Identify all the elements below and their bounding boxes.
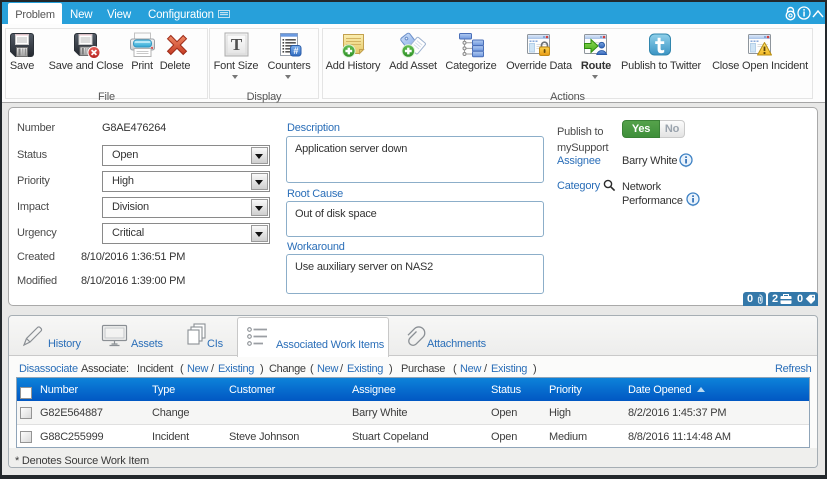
- svg-text:#: #: [293, 46, 298, 56]
- svg-text:T: T: [231, 35, 243, 54]
